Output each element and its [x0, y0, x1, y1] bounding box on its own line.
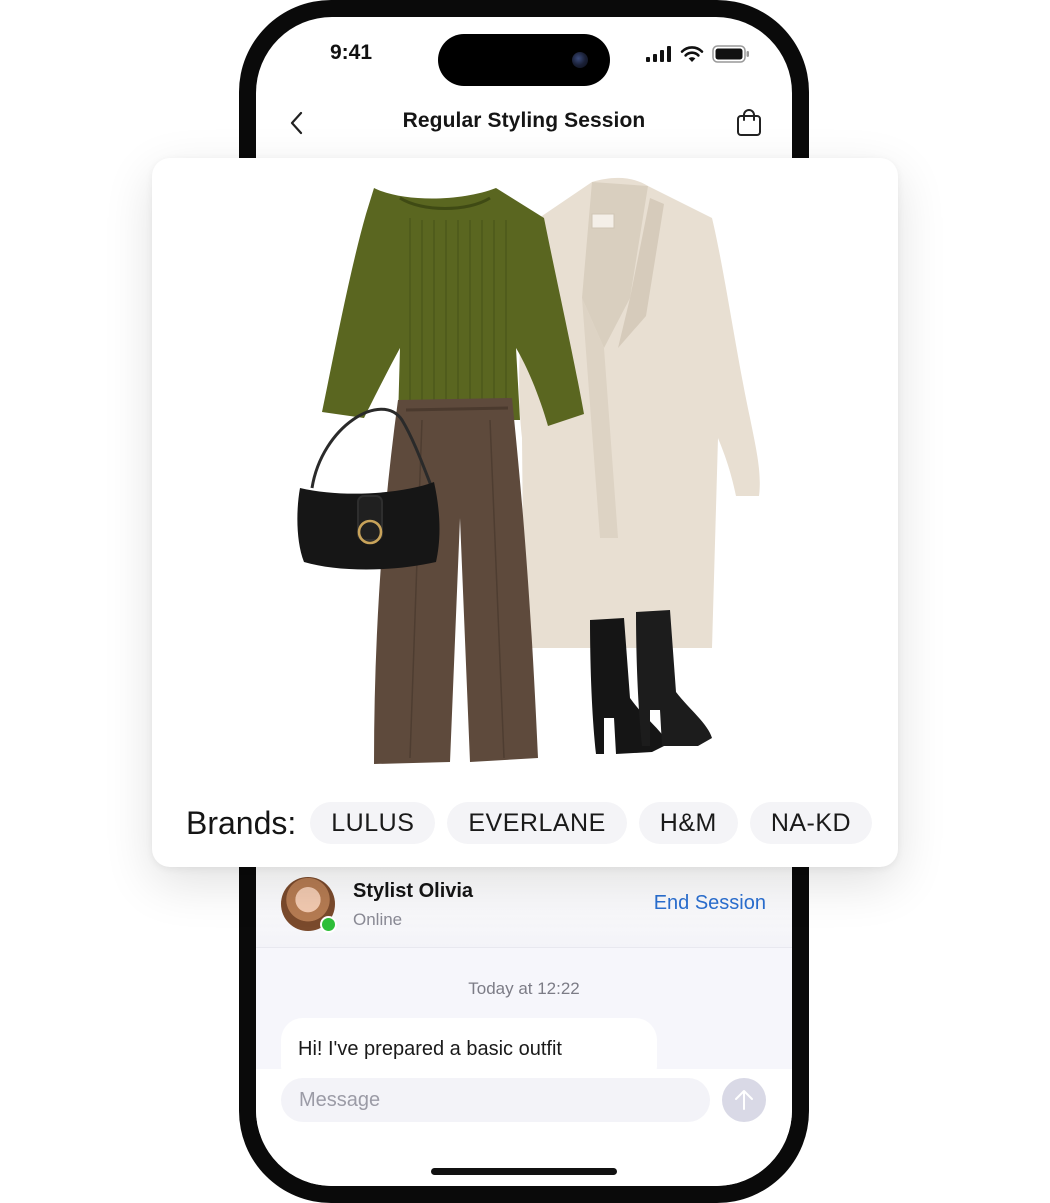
- brands-row: Brands: LULUS EVERLANE H&M NA-KD: [186, 801, 873, 845]
- outfit-card: Brands: LULUS EVERLANE H&M NA-KD: [152, 158, 898, 867]
- outfit-collage: [297, 177, 760, 764]
- sweater-image: [322, 188, 584, 426]
- message-input[interactable]: [281, 1078, 710, 1122]
- signal-icon: [646, 46, 671, 62]
- send-button[interactable]: [722, 1078, 766, 1122]
- chat-header: Stylist Olivia Online End Session: [256, 867, 792, 948]
- shopping-bag-icon: [737, 109, 761, 136]
- pants-image: [374, 398, 538, 764]
- status-time: 9:41: [330, 41, 373, 64]
- dynamic-island: [438, 34, 610, 86]
- stylist-name: Stylist Olivia: [353, 880, 474, 902]
- brand-chip-na-kd[interactable]: NA-KD: [749, 802, 873, 844]
- chat-messages: Today at 12:22 Hi! I've prepared a basic…: [256, 948, 792, 1088]
- brand-chip-hm[interactable]: H&M: [638, 802, 738, 844]
- end-session-button[interactable]: End Session: [654, 892, 766, 915]
- wifi-icon: [680, 45, 704, 62]
- battery-icon: [712, 45, 749, 63]
- page-title: Regular Styling Session: [402, 109, 646, 132]
- nav-bar: Regular Styling Session: [256, 95, 792, 155]
- brand-chip-lulus[interactable]: LULUS: [310, 802, 436, 844]
- online-indicator: [320, 916, 337, 933]
- message-timestamp: Today at 12:22: [468, 979, 580, 998]
- status-icons: [646, 45, 750, 63]
- camera-icon: [572, 52, 588, 68]
- arrow-up-icon: [735, 1090, 753, 1110]
- stylist-status: Online: [353, 910, 403, 929]
- brand-chip-everlane[interactable]: EVERLANE: [447, 802, 627, 844]
- home-indicator: [431, 1168, 617, 1175]
- brands-label: Brands:: [186, 804, 297, 841]
- shopping-bag-button[interactable]: [734, 107, 764, 139]
